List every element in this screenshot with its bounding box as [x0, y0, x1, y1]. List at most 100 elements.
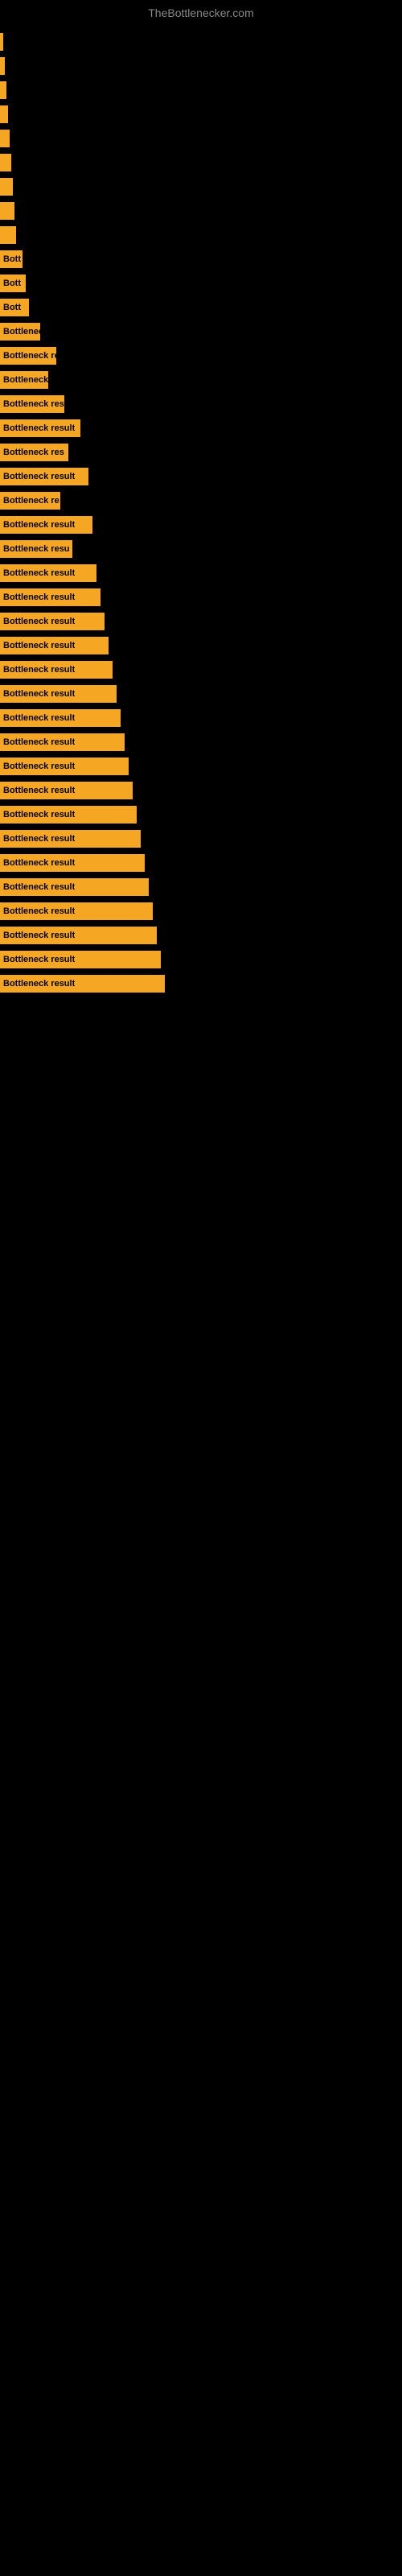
bar-item: Bottleneck resu [0, 395, 64, 413]
bar-item: Bottleneck result [0, 709, 121, 727]
bar-label: Bottleneck result [3, 423, 75, 433]
bar-label: Bottleneck result [3, 834, 75, 844]
bar-label: Bottleneck [3, 375, 48, 385]
bar-row: Bottleneck result [0, 924, 402, 947]
bar-label: Bottleneck result [3, 762, 75, 771]
bar-row: Bott [0, 248, 402, 270]
bar-label: Bott [3, 254, 21, 264]
site-title: TheBottlenecker.com [0, 0, 402, 23]
bars-container: Bott Bott Bott Bottlenec Bottleneck re Bottle… [0, 23, 402, 997]
bar-row: Bottleneck result [0, 828, 402, 850]
bar-item: Bottleneck result [0, 975, 165, 993]
bar-row: Bottleneck result [0, 948, 402, 971]
bar-row: Bottleneck result [0, 972, 402, 995]
bar-label: Bottleneck result [3, 641, 75, 650]
bar-item: Bottleneck result [0, 733, 125, 751]
bar-row: Bottleneck resu [0, 538, 402, 560]
bar-label: Bottleneck re [3, 351, 56, 361]
bar-label: Bott [3, 303, 21, 312]
bar-row: Bott [0, 272, 402, 295]
bar-item: Bottleneck result [0, 516, 92, 534]
bar-item: Bottleneck re [0, 347, 56, 365]
bar-row: Bottleneck res [0, 441, 402, 464]
bar-row: Bottleneck result [0, 852, 402, 874]
bar-label: Bottleneck res [3, 448, 64, 457]
bar-label: Bottleneck resu [3, 544, 70, 554]
bar-item: Bottleneck result [0, 806, 137, 824]
bar-item: Bottleneck result [0, 588, 100, 606]
bar-label: Bottleneck result [3, 786, 75, 795]
bar-label: Bott [3, 279, 21, 288]
bar-item: Bottleneck result [0, 782, 133, 799]
bar-label: Bottleneck result [3, 737, 75, 747]
bar-item: Bottleneck result [0, 878, 149, 896]
bar-label: Bottleneck resu [3, 399, 64, 409]
bar-row: Bott [0, 296, 402, 319]
bar-item: Bott [0, 250, 23, 268]
bar-row: Bottleneck resu [0, 393, 402, 415]
bar-item: Bottleneck result [0, 758, 129, 775]
bar-row: Bottleneck result [0, 900, 402, 923]
bar-row: Bottleneck result [0, 755, 402, 778]
bar-item: Bottleneck result [0, 830, 141, 848]
bar-item [0, 57, 5, 75]
bar-item: Bottleneck result [0, 564, 96, 582]
bar-row: Bottleneck re [0, 489, 402, 512]
bar-item: Bottleneck result [0, 419, 80, 437]
bar-item: Bottleneck result [0, 613, 105, 630]
bar-label: Bottleneck result [3, 810, 75, 819]
bar-row: Bottlenec [0, 320, 402, 343]
bar-label: Bottleneck result [3, 665, 75, 675]
bar-row: Bottleneck re [0, 345, 402, 367]
bar-item [0, 33, 3, 51]
bar-label: Bottleneck result [3, 592, 75, 602]
bar-item: Bott [0, 275, 26, 292]
bar-row: Bottleneck result [0, 731, 402, 753]
bar-item: Bottlenec [0, 323, 40, 341]
bar-item [0, 202, 14, 220]
bar-row: Bottleneck result [0, 586, 402, 609]
bar-label: Bottleneck result [3, 955, 75, 964]
bar-row: Bottleneck result [0, 779, 402, 802]
bar-label: Bottleneck result [3, 520, 75, 530]
bar-item: Bottleneck result [0, 902, 153, 920]
bar-label: Bottleneck result [3, 906, 75, 916]
bar-item: Bottleneck result [0, 468, 88, 485]
bar-item: Bottleneck result [0, 854, 145, 872]
bar-item: Bottleneck result [0, 637, 109, 654]
bar-item [0, 130, 10, 147]
bar-row [0, 55, 402, 77]
bar-row: Bottleneck result [0, 610, 402, 633]
bar-row [0, 200, 402, 222]
bar-row [0, 103, 402, 126]
bar-item [0, 226, 16, 244]
bar-item: Bottleneck [0, 371, 48, 389]
bar-item: Bottleneck re [0, 492, 60, 510]
bar-label: Bottleneck result [3, 713, 75, 723]
bar-label: Bottleneck result [3, 617, 75, 626]
bar-row [0, 127, 402, 150]
bar-item: Bottleneck result [0, 927, 157, 944]
bar-row: Bottleneck result [0, 417, 402, 440]
bar-row [0, 79, 402, 101]
bar-label: Bottleneck result [3, 979, 75, 989]
bar-row: Bottleneck result [0, 876, 402, 898]
bar-row [0, 151, 402, 174]
bar-item: Bottleneck result [0, 951, 161, 968]
bar-item [0, 105, 8, 123]
bar-row: Bottleneck result [0, 562, 402, 584]
bar-row: Bottleneck result [0, 683, 402, 705]
bar-row [0, 224, 402, 246]
bar-row: Bottleneck result [0, 707, 402, 729]
bar-item [0, 81, 6, 99]
bar-item [0, 178, 13, 196]
bar-item: Bottleneck res [0, 444, 68, 461]
bar-row: Bottleneck result [0, 803, 402, 826]
bar-label: Bottleneck result [3, 472, 75, 481]
bar-label: Bottlenec [3, 327, 40, 336]
bar-row: Bottleneck result [0, 658, 402, 681]
bar-label: Bottleneck re [3, 496, 59, 506]
bar-label: Bottleneck result [3, 689, 75, 699]
bar-item: Bottleneck result [0, 685, 117, 703]
bar-row: Bottleneck result [0, 514, 402, 536]
